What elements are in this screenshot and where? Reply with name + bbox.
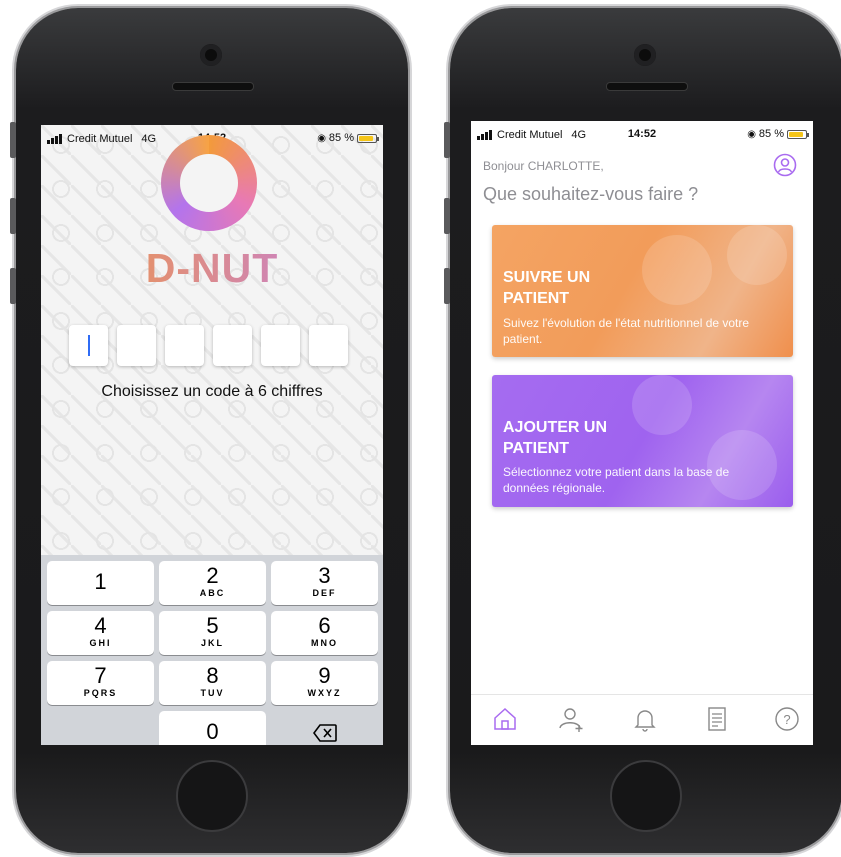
key-1[interactable]: 1	[47, 561, 154, 605]
battery-icon	[357, 133, 379, 143]
add-user-icon[interactable]	[557, 705, 585, 733]
camera-icon	[634, 44, 656, 66]
status-bar: Credit Mutuel 4G 14:52 ◉ 85 %	[471, 121, 813, 147]
key-letters: ABC	[199, 588, 226, 598]
battery-icon	[787, 129, 809, 139]
bell-icon[interactable]	[631, 705, 659, 733]
key-letters: JKL	[200, 638, 224, 648]
phone-frame-left: Credit Mutuel 4G 14:52 ◉ 85 % D-NUT Choi…	[10, 8, 408, 853]
key-number: 6	[318, 613, 331, 638]
key-2[interactable]: 2 ABC	[159, 561, 266, 605]
key-letters: MNO	[311, 638, 338, 648]
key-number: 9	[318, 663, 331, 688]
code-digit-box[interactable]	[117, 325, 156, 366]
code-digit-box[interactable]	[309, 325, 348, 366]
add-patient-card[interactable]: AJOUTER UN PATIENT Sélectionnez votre pa…	[492, 375, 793, 507]
greeting: Bonjour CHARLOTTE,	[483, 159, 604, 173]
code-input[interactable]	[69, 325, 348, 366]
page-title: Que souhaitez-vous faire ?	[483, 184, 699, 204]
screen-left: Credit Mutuel 4G 14:52 ◉ 85 % D-NUT Choi…	[41, 125, 383, 745]
code-prompt: Choisissez un code à 6 chiffres	[101, 383, 323, 400]
side-button	[444, 198, 450, 234]
side-button	[10, 198, 16, 234]
photo-overlay	[632, 375, 692, 435]
app-logo-icon	[161, 135, 257, 231]
follow-patient-card[interactable]: SUIVRE UN PATIENT Suivez l'évolution de …	[492, 225, 793, 357]
key-4[interactable]: 4 GHI	[47, 611, 154, 655]
key-number: 2	[206, 563, 219, 588]
battery-percent: 85 %	[758, 128, 784, 140]
key-letters: PQRS	[83, 688, 118, 698]
camera-icon	[200, 44, 222, 66]
battery-percent: 85 %	[328, 132, 354, 144]
speaker-grille	[172, 82, 254, 91]
document-icon[interactable]	[703, 705, 731, 733]
key-number: 4	[94, 613, 107, 638]
code-digit-box[interactable]	[213, 325, 252, 366]
key-number: 8	[206, 663, 219, 688]
photo-overlay	[727, 225, 787, 285]
photo-overlay	[642, 235, 712, 305]
orientation-lock-icon: ◉	[317, 132, 326, 144]
code-digit-box[interactable]	[261, 325, 300, 366]
screen-right: Credit Mutuel 4G 14:52 ◉ 85 % Bonjour CH…	[471, 121, 813, 745]
key-letters: GHI	[89, 638, 112, 648]
card-description: Sélectionnez votre patient dans la base …	[503, 465, 730, 495]
side-button	[444, 122, 450, 158]
code-digit-box[interactable]	[69, 325, 108, 366]
key-letters: WXYZ	[307, 688, 342, 698]
key-number: 0	[206, 719, 219, 744]
key-number: 7	[94, 663, 107, 688]
speaker-grille	[606, 82, 688, 91]
key-number: 1	[94, 569, 107, 594]
key-8[interactable]: 8 TUV	[159, 661, 266, 705]
home-button[interactable]	[176, 760, 248, 832]
tab-bar: ?	[471, 694, 813, 745]
side-button	[10, 268, 16, 304]
card-title: AJOUTER UN PATIENT	[503, 419, 608, 457]
key-0[interactable]: 0	[159, 711, 266, 745]
numeric-keypad: 1 2 ABC 3 DEF 4 GHI 5 JKL 6 MNO 7 PQRS 8…	[41, 555, 383, 745]
side-button	[10, 122, 16, 158]
key-5[interactable]: 5 JKL	[159, 611, 266, 655]
svg-text:?: ?	[783, 712, 790, 727]
key-7[interactable]: 7 PQRS	[47, 661, 154, 705]
key-9[interactable]: 9 WXYZ	[271, 661, 378, 705]
home-icon[interactable]	[491, 705, 519, 733]
profile-icon[interactable]	[773, 153, 797, 177]
key-3[interactable]: 3 DEF	[271, 561, 378, 605]
help-icon[interactable]: ?	[773, 705, 801, 733]
battery-status: ◉ 85 %	[317, 132, 379, 144]
phone-frame-right: Credit Mutuel 4G 14:52 ◉ 85 % Bonjour CH…	[444, 8, 841, 853]
delete-key[interactable]	[271, 711, 378, 745]
app-name: D-NUT	[41, 245, 383, 292]
card-title: SUIVRE UN PATIENT	[503, 269, 591, 307]
key-6[interactable]: 6 MNO	[271, 611, 378, 655]
home-button[interactable]	[610, 760, 682, 832]
code-digit-box[interactable]	[165, 325, 204, 366]
key-letters: TUV	[200, 688, 225, 698]
battery-status: ◉ 85 %	[747, 128, 809, 140]
text-caret	[88, 335, 90, 356]
backspace-icon	[312, 724, 337, 742]
key-number: 5	[206, 613, 219, 638]
orientation-lock-icon: ◉	[747, 128, 756, 140]
side-button	[444, 268, 450, 304]
card-description: Suivez l'évolution de l'état nutritionne…	[503, 316, 750, 346]
key-number: 3	[318, 563, 331, 588]
key-letters: DEF	[312, 588, 337, 598]
